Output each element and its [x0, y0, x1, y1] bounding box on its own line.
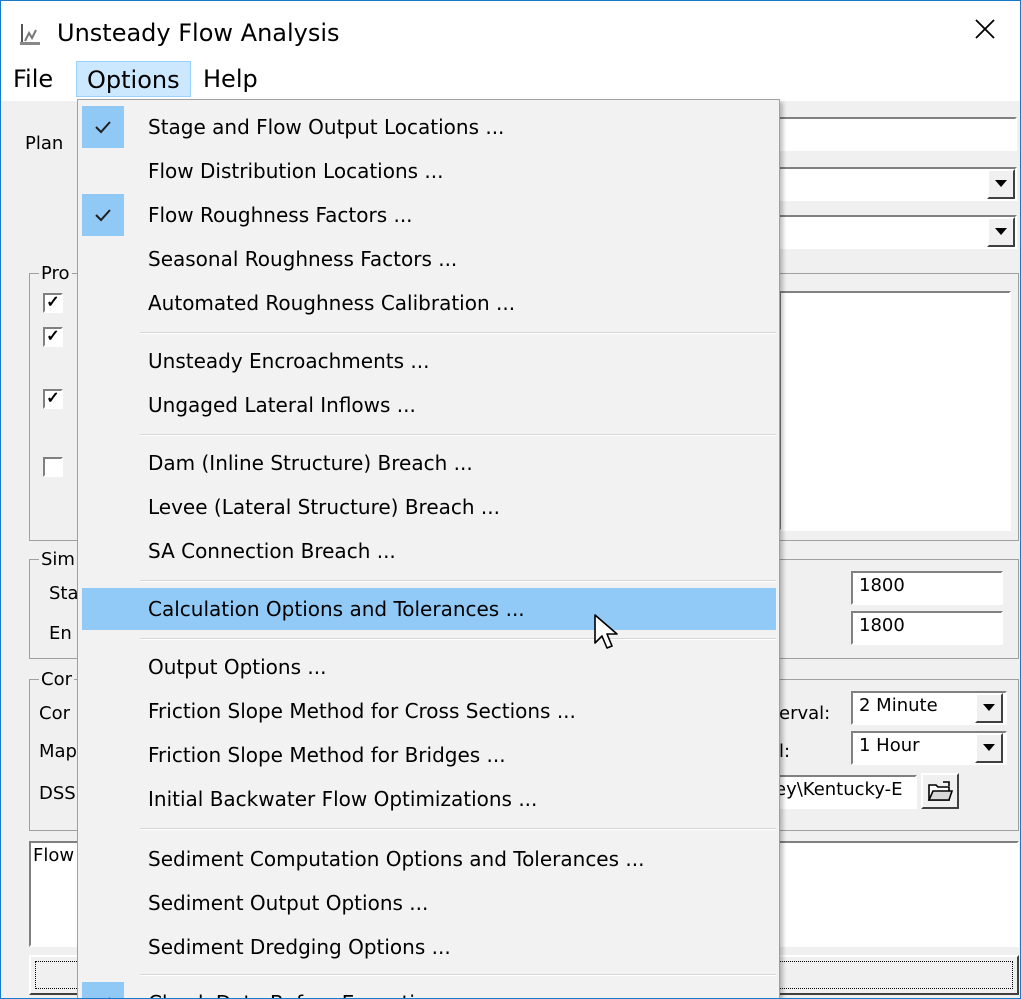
geometry-dropdown-button[interactable]	[987, 169, 1015, 199]
menu-item-label: Friction Slope Method for Cross Sections…	[148, 699, 576, 723]
floodplain-mapping-checkbox[interactable]	[43, 457, 63, 477]
flow-file-select[interactable]	[741, 215, 1017, 249]
chevron-down-icon	[995, 180, 1007, 187]
menu-item-label: Seasonal Roughness Factors ...	[148, 247, 458, 271]
menu-item-label: SA Connection Breach ...	[148, 539, 396, 563]
menu-help[interactable]: Help	[193, 61, 268, 97]
geometry-preprocessor-checkbox[interactable]: ✓	[43, 293, 63, 313]
menu-item-flow-roughness-factors[interactable]: Flow Roughness Factors ...	[82, 194, 776, 236]
chevron-down-icon	[995, 228, 1007, 235]
menu-item-label: Output Options ...	[148, 655, 327, 679]
geometry-select[interactable]	[741, 167, 1017, 201]
checkmark-icon	[82, 982, 124, 998]
menu-separator	[140, 828, 776, 830]
menu-item-initial-backwater-flow[interactable]: Initial Backwater Flow Optimizations ...	[82, 778, 776, 820]
mapping-interval-label: Map	[39, 741, 77, 762]
menu-item-label: Automated Roughness Calibration ...	[148, 291, 516, 315]
menu-item-automated-roughness-calibration[interactable]: Automated Roughness Calibration ...	[82, 282, 776, 324]
menu-item-label: Flow Roughness Factors ...	[148, 203, 413, 227]
menu-item-ungaged-lateral-inflows[interactable]: Ungaged Lateral Inflows ...	[82, 384, 776, 426]
end-time-field[interactable]: 1800	[851, 611, 1003, 645]
post-processor-checkbox[interactable]: ✓	[43, 389, 63, 409]
options-menu: Stage and Flow Output Locations ... Flow…	[77, 99, 780, 998]
open-folder-icon	[927, 781, 953, 801]
menu-item-label: Calculation Options and Tolerances ...	[148, 597, 525, 621]
menu-item-stage-flow-output-locations[interactable]: Stage and Flow Output Locations ...	[82, 106, 776, 148]
menu-bar: File Options Help	[1, 57, 1020, 101]
menu-item-label: Friction Slope Method for Bridges ...	[148, 743, 506, 767]
checkmark-icon	[82, 194, 124, 236]
menu-item-flow-distribution-locations[interactable]: Flow Distribution Locations ...	[82, 150, 776, 192]
programs-group-label: Pro	[39, 263, 72, 284]
menu-item-label: Flow Distribution Locations ...	[148, 159, 444, 183]
chevron-down-icon	[983, 744, 995, 751]
mouse-pointer-icon	[594, 614, 618, 649]
checkmark-icon	[82, 106, 124, 148]
menu-separator	[140, 434, 776, 436]
menu-item-label: Ungaged Lateral Inflows ...	[148, 393, 416, 417]
dss-filename-field[interactable]: ey\Kentucky-E	[771, 775, 917, 809]
plan-title-field[interactable]: nd	[741, 117, 1017, 151]
computation-interval-label: Cor	[39, 703, 70, 724]
menu-item-calculation-options-tolerances[interactable]: Calculation Options and Tolerances ...	[82, 588, 776, 630]
menu-item-sediment-dredging-options[interactable]: Sediment Dredging Options ...	[82, 926, 776, 968]
computation-interval-value: 2 Minute	[859, 695, 938, 716]
mapping-interval-value: 1 Hour	[859, 735, 920, 756]
start-time-text: 1800	[859, 575, 905, 596]
menu-separator	[140, 974, 776, 976]
menu-item-sediment-computation-options[interactable]: Sediment Computation Options and Toleran…	[82, 838, 776, 880]
menu-separator	[140, 580, 776, 582]
window-title: Unsteady Flow Analysis	[57, 19, 340, 47]
start-date-label: Sta	[49, 583, 79, 604]
simulation-group-label: Sim	[39, 549, 77, 570]
dss-filename-text: ey\Kentucky-E	[775, 779, 903, 800]
compute-messages-text: Flow	[33, 845, 75, 866]
end-time-text: 1800	[859, 615, 905, 636]
menu-item-friction-slope-bridges[interactable]: Friction Slope Method for Bridges ...	[82, 734, 776, 776]
hec-ras-figure-icon	[20, 24, 40, 45]
chevron-down-icon	[983, 704, 995, 711]
browse-dss-button[interactable]	[921, 773, 959, 809]
menu-file[interactable]: File	[3, 61, 63, 97]
menu-item-label: Check Data Before Execution	[148, 991, 440, 998]
menu-item-label: Levee (Lateral Structure) Breach ...	[148, 495, 501, 519]
end-date-label: En	[49, 623, 72, 644]
menu-item-check-data-before-execution[interactable]: Check Data Before Execution	[82, 982, 776, 998]
menu-item-output-options[interactable]: Output Options ...	[82, 646, 776, 688]
menu-item-sediment-output-options[interactable]: Sediment Output Options ...	[82, 882, 776, 924]
computation-interval-dropdown-button[interactable]	[975, 693, 1003, 723]
menu-item-levee-breach[interactable]: Levee (Lateral Structure) Breach ...	[82, 486, 776, 528]
menu-item-label: Sediment Dredging Options ...	[148, 935, 451, 959]
close-icon	[975, 19, 995, 39]
programs-info-box	[779, 291, 1011, 531]
close-button[interactable]	[950, 1, 1020, 57]
menu-item-label: Sediment Computation Options and Toleran…	[148, 847, 645, 871]
menu-item-label: Dam (Inline Structure) Breach ...	[148, 451, 473, 475]
title-bar[interactable]: Unsteady Flow Analysis	[1, 1, 1020, 57]
unsteady-flow-simulation-checkbox[interactable]: ✓	[43, 327, 63, 347]
menu-item-label: Sediment Output Options ...	[148, 891, 429, 915]
menu-item-dam-breach[interactable]: Dam (Inline Structure) Breach ...	[82, 442, 776, 484]
plan-label: Plan	[25, 133, 64, 154]
menu-separator	[140, 638, 776, 640]
unsteady-flow-analysis-window: Unsteady Flow Analysis File Options Help…	[0, 0, 1021, 999]
menu-item-label: Initial Backwater Flow Optimizations ...	[148, 787, 538, 811]
menu-item-sa-connection-breach[interactable]: SA Connection Breach ...	[82, 530, 776, 572]
menu-separator	[140, 332, 776, 334]
menu-options[interactable]: Options	[76, 61, 191, 97]
computation-interval-suffix: erval:	[779, 703, 831, 724]
dss-filename-label: DSS	[39, 783, 76, 804]
mapping-interval-suffix: l:	[779, 741, 791, 762]
start-time-field[interactable]: 1800	[851, 571, 1003, 605]
flow-dropdown-button[interactable]	[987, 217, 1015, 247]
computation-group-label: Cor	[39, 669, 74, 690]
menu-item-unsteady-encroachments[interactable]: Unsteady Encroachments ...	[82, 340, 776, 382]
menu-item-label: Stage and Flow Output Locations ...	[148, 115, 505, 139]
menu-item-friction-slope-cross-sections[interactable]: Friction Slope Method for Cross Sections…	[82, 690, 776, 732]
menu-item-seasonal-roughness-factors[interactable]: Seasonal Roughness Factors ...	[82, 238, 776, 280]
mapping-interval-dropdown-button[interactable]	[975, 733, 1003, 763]
menu-item-label: Unsteady Encroachments ...	[148, 349, 430, 373]
